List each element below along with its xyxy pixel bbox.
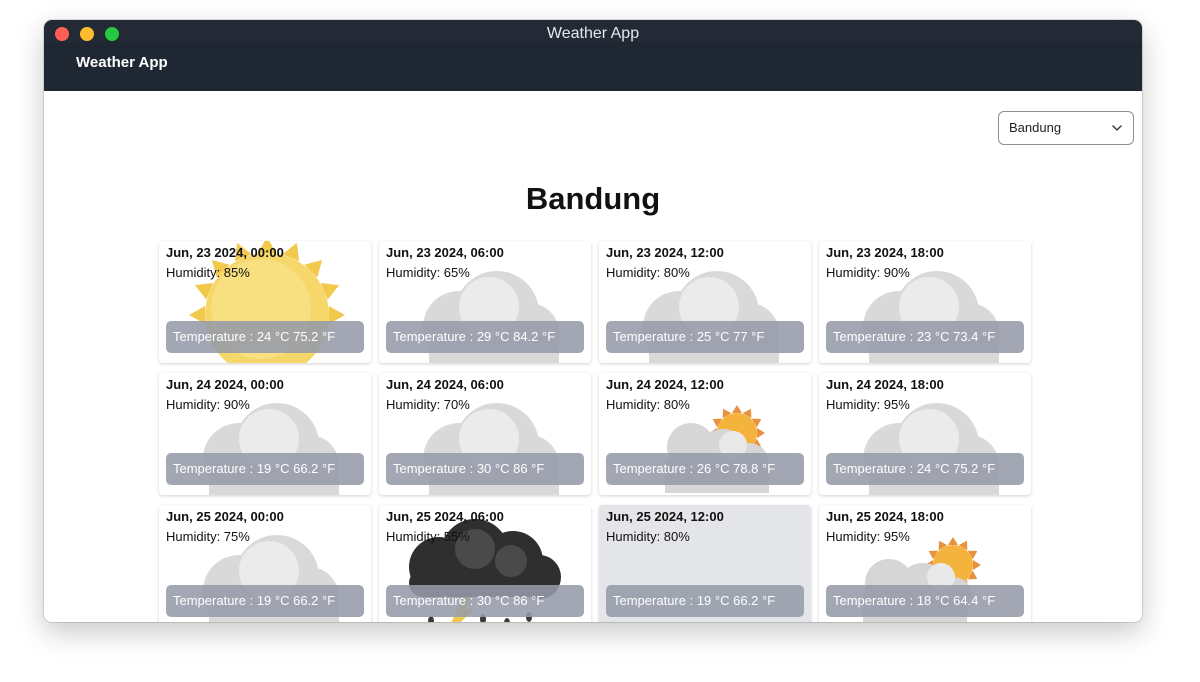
forecast-datetime: Jun, 24 2024, 18:00: [826, 377, 944, 392]
forecast-datetime: Jun, 23 2024, 00:00: [166, 245, 284, 260]
city-select[interactable]: Bandung: [998, 111, 1134, 145]
forecast-temperature: Temperature : 19 °C 66.2 °F: [606, 585, 804, 617]
forecast-humidity: Humidity: 65%: [386, 265, 470, 280]
forecast-card[interactable]: Jun, 24 2024, 06:00 Humidity: 70% Temper…: [379, 373, 591, 495]
forecast-humidity: Humidity: 55%: [386, 529, 470, 544]
forecast-temperature: Temperature : 19 °C 66.2 °F: [166, 585, 364, 617]
forecast-humidity: Humidity: 80%: [606, 397, 690, 412]
forecast-datetime: Jun, 25 2024, 06:00: [386, 509, 504, 524]
forecast-humidity: Humidity: 90%: [826, 265, 910, 280]
forecast-datetime: Jun, 23 2024, 18:00: [826, 245, 944, 260]
forecast-datetime: Jun, 24 2024, 00:00: [166, 377, 284, 392]
forecast-datetime: Jun, 24 2024, 12:00: [606, 377, 724, 392]
forecast-humidity: Humidity: 80%: [606, 529, 690, 544]
forecast-temperature: Temperature : 30 °C 86 °F: [386, 453, 584, 485]
forecast-temperature: Temperature : 25 °C 77 °F: [606, 321, 804, 353]
maximize-window-button[interactable]: [105, 27, 119, 41]
forecast-humidity: Humidity: 95%: [826, 529, 910, 544]
forecast-datetime: Jun, 23 2024, 06:00: [386, 245, 504, 260]
forecast-temperature: Temperature : 24 °C 75.2 °F: [166, 321, 364, 353]
forecast-datetime: Jun, 25 2024, 00:00: [166, 509, 284, 524]
close-window-button[interactable]: [55, 27, 69, 41]
forecast-humidity: Humidity: 70%: [386, 397, 470, 412]
app-brand: Weather App: [76, 54, 168, 71]
city-heading: Bandung: [525, 181, 661, 216]
forecast-temperature: Temperature : 30 °C 86 °F: [386, 585, 584, 617]
minimize-window-button[interactable]: [80, 27, 94, 41]
forecast-temperature: Temperature : 19 °C 66.2 °F: [166, 453, 364, 485]
app-bar: Weather App: [44, 42, 1142, 91]
forecast-humidity: Humidity: 95%: [826, 397, 910, 412]
forecast-card[interactable]: Jun, 25 2024, 12:00 Humidity: 80% Temper…: [599, 505, 811, 622]
forecast-card[interactable]: Jun, 24 2024, 18:00 Humidity: 95% Temper…: [819, 373, 1031, 495]
forecast-card[interactable]: Jun, 25 2024, 00:00 Humidity: 75% Temper…: [159, 505, 371, 622]
forecast-card[interactable]: Jun, 23 2024, 18:00 Humidity: 90% Temper…: [819, 241, 1031, 363]
title-bar: Weather App: [44, 20, 1142, 43]
forecast-datetime: Jun, 25 2024, 12:00: [606, 509, 724, 524]
forecast-datetime: Jun, 25 2024, 18:00: [826, 509, 944, 524]
forecast-temperature: Temperature : 26 °C 78.8 °F: [606, 453, 804, 485]
forecast-temperature: Temperature : 29 °C 84.2 °F: [386, 321, 584, 353]
city-select-value: Bandung: [1009, 120, 1062, 135]
forecast-humidity: Humidity: 80%: [606, 265, 690, 280]
forecast-card[interactable]: Jun, 25 2024, 18:00 Humidity: 95% Temper…: [819, 505, 1031, 622]
main-content: Bandung Bandung Jun, 23 2024, 00:00 Humi…: [44, 91, 1142, 622]
forecast-card[interactable]: Jun, 23 2024, 06:00 Humidity: 65% Temper…: [379, 241, 591, 363]
forecast-card[interactable]: Jun, 24 2024, 00:00 Humidity: 90% Temper…: [159, 373, 371, 495]
forecast-humidity: Humidity: 90%: [166, 397, 250, 412]
forecast-humidity: Humidity: 85%: [166, 265, 250, 280]
forecast-temperature: Temperature : 24 °C 75.2 °F: [826, 453, 1024, 485]
forecast-datetime: Jun, 23 2024, 12:00: [606, 245, 724, 260]
forecast-card[interactable]: Jun, 24 2024, 12:00 Humidity: 80% Temper…: [599, 373, 811, 495]
forecast-card[interactable]: Jun, 23 2024, 00:00 Humidity: 85% Temper…: [159, 241, 371, 363]
forecast-temperature: Temperature : 18 °C 64.4 °F: [826, 585, 1024, 617]
forecast-card[interactable]: Jun, 25 2024, 06:00 Humidity: 55% Temper…: [379, 505, 591, 622]
forecast-card[interactable]: Jun, 23 2024, 12:00 Humidity: 80% Temper…: [599, 241, 811, 363]
forecast-datetime: Jun, 24 2024, 06:00: [386, 377, 504, 392]
app-window: Weather App Weather App Bandung Bandung: [44, 20, 1142, 622]
forecast-temperature: Temperature : 23 °C 73.4 °F: [826, 321, 1024, 353]
forecast-grid: Jun, 23 2024, 00:00 Humidity: 85% Temper…: [159, 241, 1035, 622]
chevron-down-icon: [1112, 125, 1122, 131]
forecast-humidity: Humidity: 75%: [166, 529, 250, 544]
